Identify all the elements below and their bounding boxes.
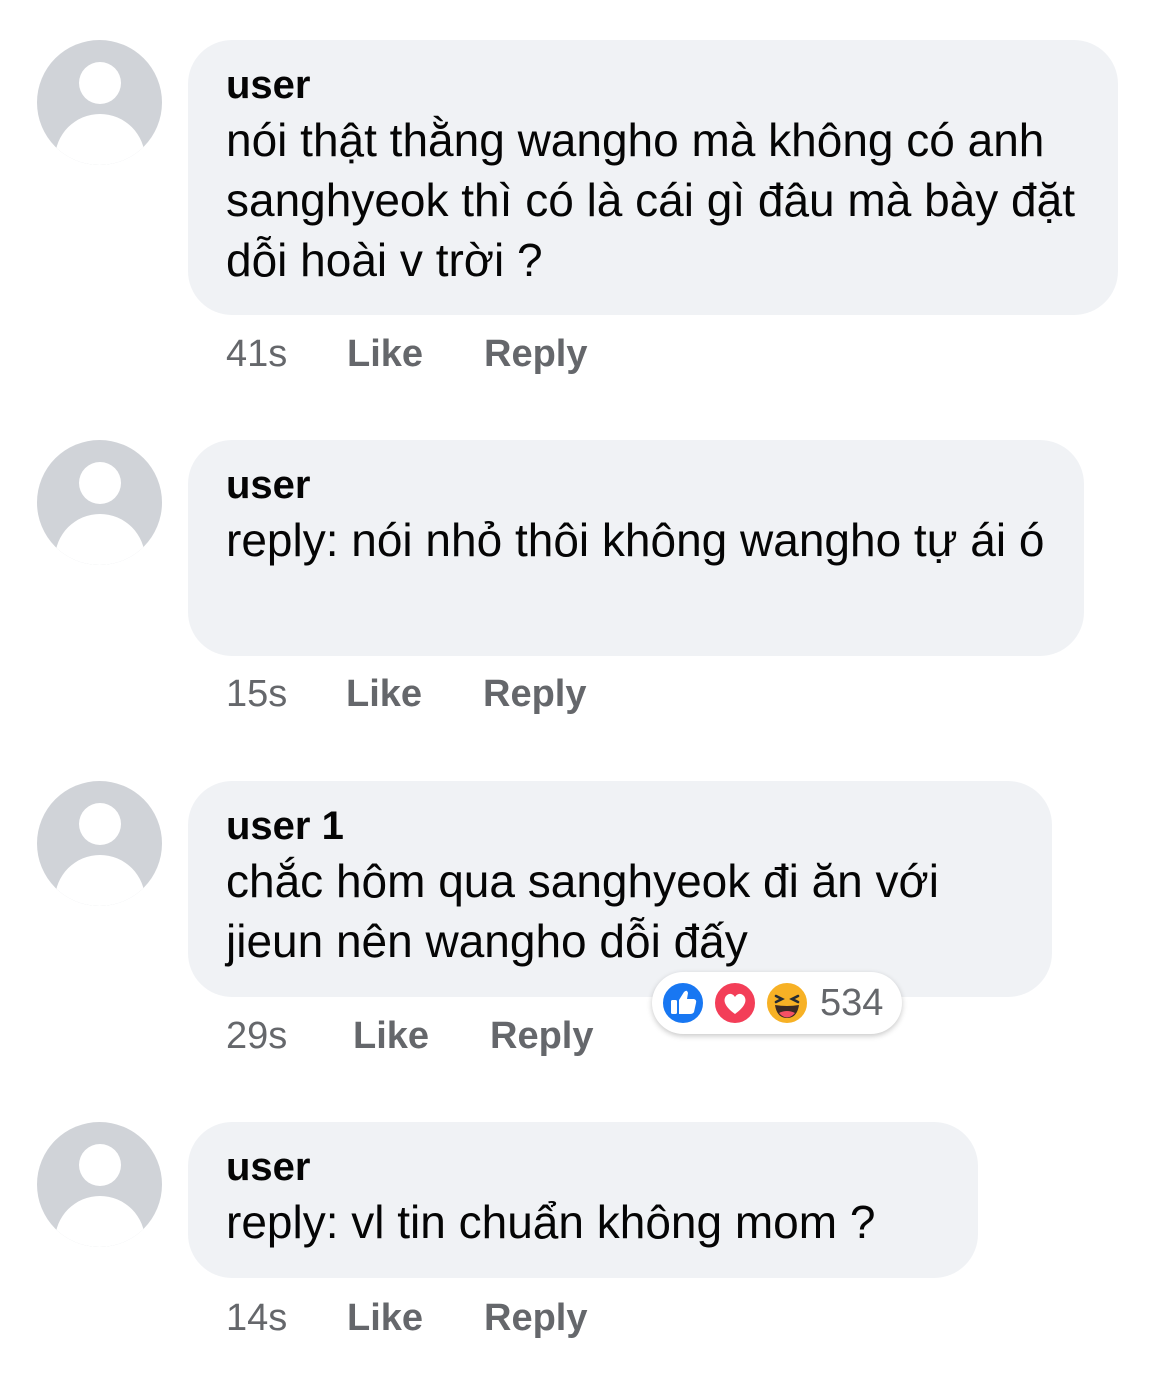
- reply-button[interactable]: Reply: [490, 1011, 593, 1061]
- reply-button[interactable]: Reply: [483, 669, 586, 719]
- reply-button[interactable]: Reply: [484, 1293, 587, 1343]
- avatar[interactable]: [37, 781, 162, 906]
- reply-button[interactable]: Reply: [484, 329, 587, 379]
- comment-text: reply: vl tin chuẩn không mom ?: [226, 1196, 876, 1248]
- comment-bubble: user nói thật thằng wangho mà không có a…: [188, 40, 1118, 315]
- comment-bubble: user reply: vl tin chuẩn không mom ?: [188, 1122, 978, 1278]
- avatar-head-shape: [79, 1144, 121, 1186]
- comment-bubble: user reply: nói nhỏ thôi không wangho tự…: [188, 440, 1084, 656]
- avatar[interactable]: [37, 440, 162, 565]
- avatar-body-shape: [55, 514, 145, 565]
- comment-timestamp[interactable]: 41s: [226, 329, 287, 379]
- comment-text: chắc hôm qua sanghyeok đi ăn với jieun n…: [226, 855, 939, 967]
- comment-timestamp[interactable]: 15s: [226, 669, 287, 719]
- like-icon: [660, 980, 706, 1026]
- comment-author[interactable]: user: [226, 462, 1046, 508]
- avatar-body-shape: [55, 114, 145, 165]
- comment-author[interactable]: user: [226, 1144, 940, 1190]
- avatar-body-shape: [55, 855, 145, 906]
- love-icon: [712, 980, 758, 1026]
- comment-author[interactable]: user: [226, 62, 1080, 108]
- comment-bubble: user 1 chắc hôm qua sanghyeok đi ăn với …: [188, 781, 1052, 997]
- comment-timestamp[interactable]: 29s: [226, 1011, 287, 1061]
- like-button[interactable]: Like: [346, 669, 422, 719]
- comment-timestamp[interactable]: 14s: [226, 1293, 287, 1343]
- avatar-head-shape: [79, 803, 121, 845]
- avatar-head-shape: [79, 462, 121, 504]
- avatar[interactable]: [37, 40, 162, 165]
- avatar[interactable]: [37, 1122, 162, 1247]
- reaction-count: 534: [820, 982, 884, 1024]
- haha-icon: [764, 980, 810, 1026]
- avatar-body-shape: [55, 1196, 145, 1247]
- like-button[interactable]: Like: [353, 1011, 429, 1061]
- like-button[interactable]: Like: [347, 329, 423, 379]
- avatar-head-shape: [79, 62, 121, 104]
- like-button[interactable]: Like: [347, 1293, 423, 1343]
- comment-text: reply: nói nhỏ thôi không wangho tự ái ó: [226, 514, 1045, 566]
- comment-author[interactable]: user 1: [226, 803, 1014, 849]
- comment-text: nói thật thằng wangho mà không có anh sa…: [226, 114, 1075, 286]
- reaction-summary[interactable]: 534: [652, 972, 902, 1034]
